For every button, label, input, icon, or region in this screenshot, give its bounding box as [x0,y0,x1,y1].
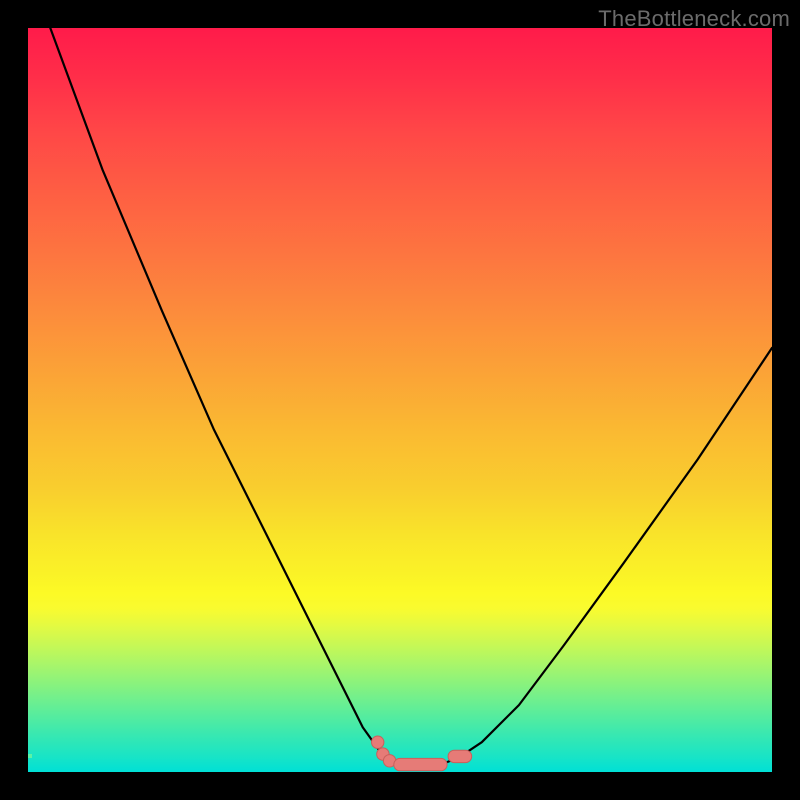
chart-stage: TheBottleneck.com [0,0,800,800]
curve-marker-dot [372,736,384,748]
curve-marker-pill [448,750,472,762]
curve-marker-pill [394,758,447,770]
curve-markers [372,736,472,771]
chart-overlay [28,28,772,772]
plot-area [28,28,772,772]
bottleneck-curve [50,28,772,765]
